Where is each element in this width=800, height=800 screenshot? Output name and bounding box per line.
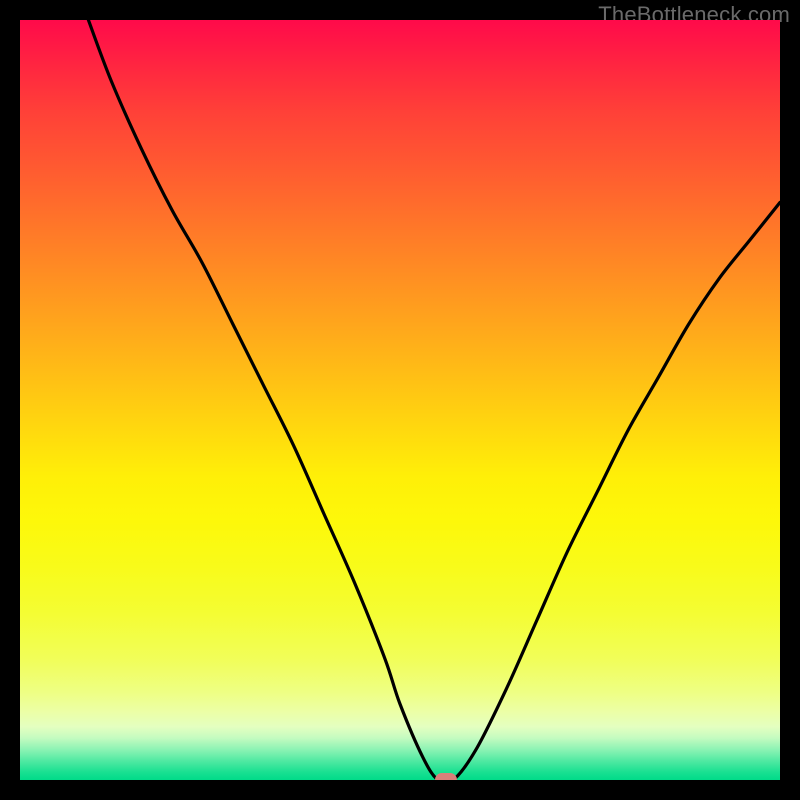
optimum-marker [435, 773, 457, 780]
plot-area [20, 20, 780, 780]
chart-frame: TheBottleneck.com [0, 0, 800, 800]
curve-path [88, 20, 780, 780]
bottleneck-curve [20, 20, 780, 780]
